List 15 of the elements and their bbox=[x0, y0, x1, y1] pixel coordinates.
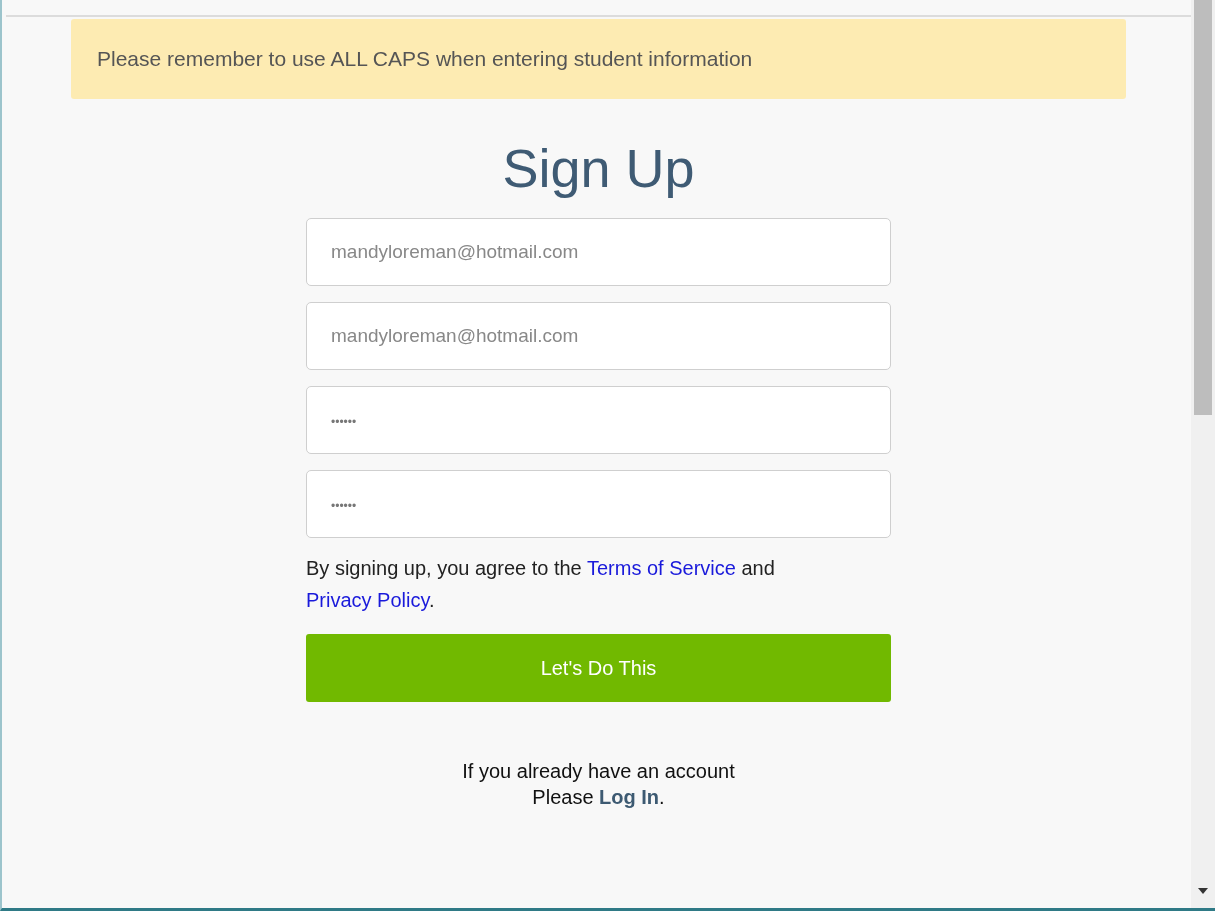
password-field[interactable]: •••••• bbox=[306, 470, 891, 539]
notice-banner: Please remember to use ALL CAPS when entering student information bbox=[71, 19, 1126, 99]
privacy-link[interactable]: Privacy Policy bbox=[306, 589, 429, 612]
email-field[interactable]: mandyloreman@hotmail.com bbox=[306, 302, 891, 371]
password-field[interactable]: •••••• bbox=[306, 386, 891, 455]
scroll-down-icon[interactable] bbox=[1198, 888, 1208, 894]
email-field[interactable]: mandyloreman@hotmail.com bbox=[306, 218, 891, 287]
terms-text: By signing up, you agree to the Terms of Service and Privacy Policy. bbox=[306, 556, 776, 614]
scrollbar-thumb[interactable] bbox=[1194, 0, 1212, 415]
login-prompt: If you already have an account bbox=[462, 759, 735, 785]
login-link[interactable]: Log In bbox=[599, 786, 660, 809]
login-text: Please Log In. bbox=[532, 785, 665, 811]
terms-link[interactable]: Terms of Service bbox=[586, 557, 736, 580]
page-title: Sign Up bbox=[502, 139, 695, 199]
scrollbar[interactable] bbox=[1191, 0, 1215, 908]
